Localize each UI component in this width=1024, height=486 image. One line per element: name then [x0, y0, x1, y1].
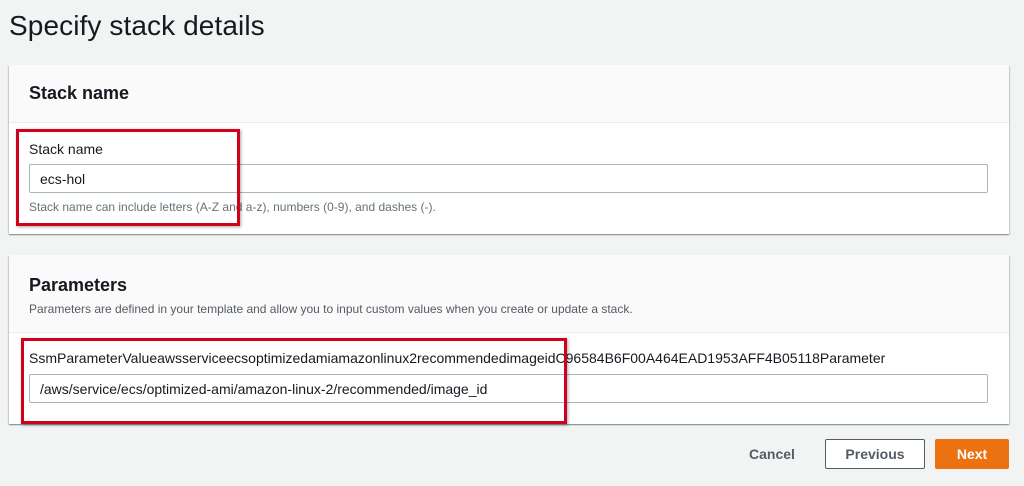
stack-name-panel-body: Stack name Stack name can include letter…: [9, 123, 1009, 214]
stack-name-label: Stack name: [29, 141, 103, 157]
next-button[interactable]: Next: [935, 439, 1009, 469]
previous-button[interactable]: Previous: [825, 439, 925, 469]
stack-name-panel: Stack name Stack name Stack name can inc…: [9, 65, 1009, 234]
page-title: Specify stack details: [9, 10, 265, 41]
parameters-panel: Parameters Parameters are defined in you…: [9, 255, 1009, 424]
parameters-panel-title: Parameters: [29, 275, 128, 295]
parameter-label: SsmParameterValueawsserviceecsoptimizeda…: [29, 350, 886, 366]
cancel-button[interactable]: Cancel: [739, 439, 805, 469]
parameters-panel-description: Parameters are defined in your template …: [29, 302, 633, 316]
parameter-field: SsmParameterValueawsserviceecsoptimizeda…: [9, 333, 1009, 403]
parameters-panel-header: Parameters Parameters are defined in you…: [9, 255, 1009, 333]
stack-name-input[interactable]: [29, 164, 988, 193]
stack-name-panel-title: Stack name: [29, 83, 130, 103]
stack-name-constraint: Stack name can include letters (A-Z and …: [29, 200, 436, 214]
stack-name-panel-header: Stack name: [9, 65, 1009, 123]
parameter-input[interactable]: [29, 374, 988, 403]
